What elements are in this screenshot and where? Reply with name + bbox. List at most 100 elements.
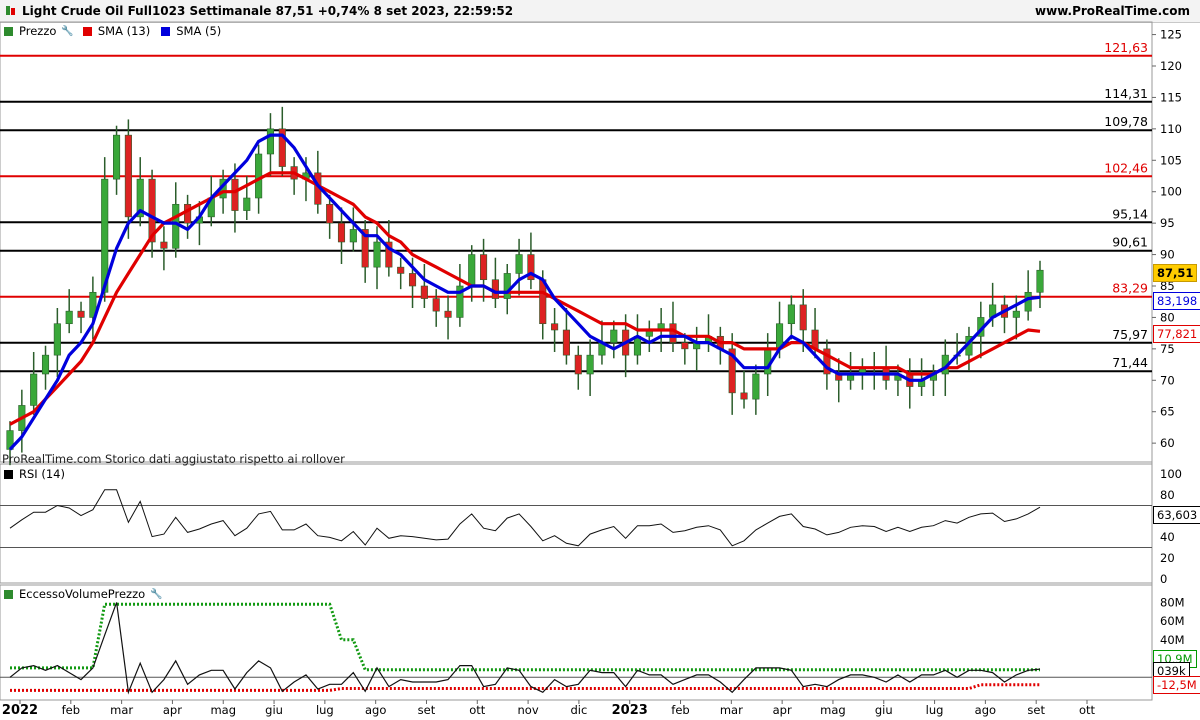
volume-pane-frame [0, 584, 1153, 701]
price-tick-label: 110 [1160, 122, 1182, 136]
x-tick-label: 2023 [612, 703, 648, 718]
x-tick-label: giu [875, 703, 893, 717]
sma5-tag: 83,198 [1153, 292, 1200, 310]
x-tick-label: set [1027, 703, 1045, 717]
legend-volume[interactable]: EccessoVolumePrezzo [19, 587, 145, 601]
candle-body [408, 273, 417, 287]
candle-body [586, 354, 594, 375]
level-label: 83,29 [1112, 281, 1148, 296]
x-tick-label: apr [773, 703, 792, 717]
candle-body [752, 373, 760, 400]
level-label: 75,97 [1112, 327, 1148, 342]
x-tick-label: giu [265, 703, 283, 717]
x-tick-label: feb [671, 703, 689, 717]
level-label: 102,46 [1104, 160, 1148, 175]
level-label: 71,44 [1112, 355, 1148, 370]
candle-body [41, 354, 50, 375]
legend-rsi[interactable]: RSI (14) [19, 467, 65, 481]
x-tick-label: mag [820, 703, 846, 717]
candle-body [432, 298, 440, 312]
candle-body [787, 304, 795, 325]
x-tick-label: apr [163, 703, 182, 717]
candle-body [515, 254, 523, 274]
candle-body [681, 342, 689, 350]
x-tick-label: lug [926, 703, 944, 717]
price-tick-label: 100 [1160, 185, 1182, 199]
wrench-icon[interactable]: 🔧 [61, 26, 73, 37]
sma13-swatch [82, 26, 92, 36]
price-tick-label: 95 [1160, 216, 1175, 230]
candle-body [231, 178, 239, 211]
level-label: 90,61 [1112, 235, 1148, 250]
price-tick-label: 120 [1160, 59, 1182, 73]
candle-body [1024, 291, 1032, 312]
legend-sma13[interactable]: SMA (13) [98, 24, 150, 38]
x-tick-label: nov [518, 703, 539, 717]
price-legend: Prezzo 🔧 SMA (13) SMA (5) [2, 23, 221, 39]
legend-sma5[interactable]: SMA (5) [176, 24, 221, 38]
candle-body [491, 279, 499, 299]
candle-body [503, 273, 511, 299]
x-tick-label: ago [365, 703, 386, 717]
volume-legend: EccessoVolumePrezzo 🔧 [2, 586, 167, 602]
rsi-tick-label: 20 [1160, 551, 1175, 565]
candle-body [551, 323, 559, 331]
candle-body [373, 241, 381, 268]
x-tick-label: ott [469, 703, 486, 717]
price-tick-label: 80 [1160, 310, 1175, 324]
candle-body [444, 310, 452, 318]
candle-body [53, 323, 61, 356]
candle-body [255, 153, 263, 199]
candle-body [669, 323, 677, 343]
volume-tick-label: 60M [1160, 614, 1185, 628]
candle-body [574, 354, 582, 375]
candle-body [397, 266, 405, 274]
candle-body [740, 392, 748, 400]
candle-body [184, 203, 192, 224]
x-tick-label: mar [720, 703, 743, 717]
rsi-pane-frame [0, 463, 1153, 584]
x-tick-label: 2022 [2, 703, 38, 718]
candle-body [1012, 310, 1020, 318]
candle-body [337, 222, 346, 243]
candle-body [266, 128, 275, 155]
level-label: 121,63 [1104, 40, 1148, 55]
price-tick-label: 105 [1160, 153, 1182, 167]
rsi-tick-label: 0 [1160, 572, 1167, 586]
x-tick-label: set [418, 703, 436, 717]
price-tick-label: 90 [1160, 248, 1175, 262]
rsi-tick-label: 100 [1160, 467, 1182, 481]
x-tick-label: ott [1079, 703, 1096, 717]
level-label: 95,14 [1112, 206, 1148, 221]
rsi-tick-label: 80 [1160, 488, 1175, 502]
candle-body [160, 241, 168, 249]
data-note: ProRealTime.com Storico dati aggiustato … [2, 452, 345, 466]
sma5-swatch [161, 26, 171, 36]
level-label: 109,78 [1104, 114, 1148, 129]
volume-line [9, 602, 1041, 695]
price-tick-label: 125 [1160, 28, 1182, 42]
x-tick-label: mar [110, 703, 133, 717]
candle-body [65, 310, 73, 325]
rsi-tag: 63,603 [1153, 506, 1200, 524]
chart-canvas[interactable]: 6065707580859095100105110115120125121,63… [0, 0, 1200, 720]
candle-body [77, 310, 85, 318]
candle-body [1036, 269, 1044, 293]
rsi-tick-label: 40 [1160, 530, 1175, 544]
price-tick-label: 75 [1160, 342, 1175, 356]
candle-body [610, 329, 618, 343]
sma13-tag: 77,821 [1153, 325, 1200, 343]
x-tick-label: ago [975, 703, 996, 717]
rsi-line [9, 489, 1041, 547]
legend-price[interactable]: Prezzo [19, 24, 56, 38]
candle-body [172, 203, 180, 249]
candle-body [539, 279, 547, 325]
volume-upper-band [10, 602, 1040, 672]
price-tick-label: 60 [1160, 436, 1175, 450]
volume-lower-tag: -12,5M [1153, 676, 1200, 694]
wrench-icon[interactable]: 🔧 [150, 589, 162, 600]
volume-lower-band [10, 683, 1040, 692]
candle-body [243, 197, 251, 211]
volume-tick-label: 40M [1160, 633, 1185, 647]
price-tick-label: 70 [1160, 373, 1175, 387]
